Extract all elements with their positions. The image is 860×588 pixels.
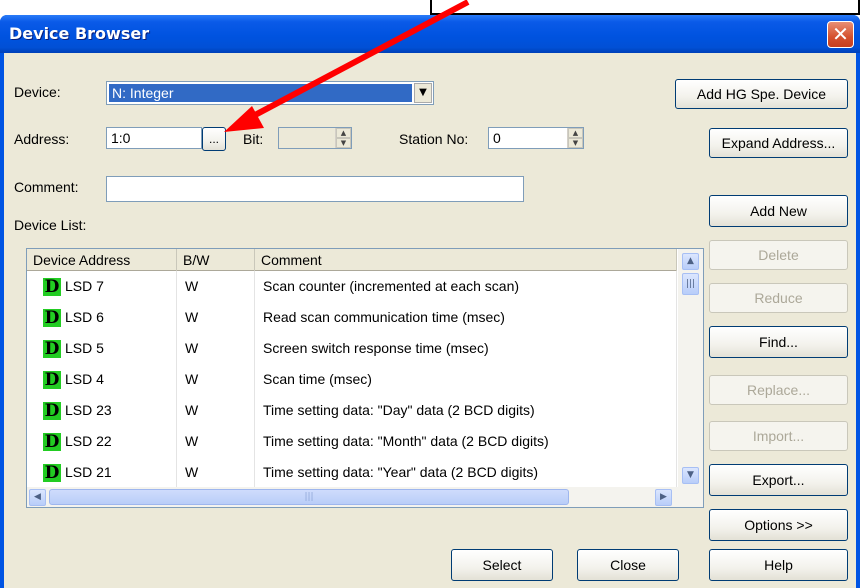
device-address-text: LSD 7: [65, 278, 104, 294]
table-header: Device Address B/W Comment: [27, 249, 677, 271]
dialog-client-area: Device: N: Integer ▼ Add HG Spe. Device …: [4, 53, 856, 588]
cell-device-address: D LSD 22: [27, 426, 177, 457]
table-row[interactable]: D LSD 21 W Time setting data: "Year" data (…: [27, 457, 677, 488]
cell-device-address: D LSD 21: [27, 457, 177, 488]
device-type-d-icon: D: [43, 432, 61, 453]
delete-button[interactable]: Delete: [709, 240, 848, 270]
device-browser-window: Device Browser ✕ Device: N: Integer ▼ Ad…: [0, 15, 860, 588]
cell-device-address: D LSD 6: [27, 302, 177, 333]
cell-device-address: D LSD 23: [27, 395, 177, 426]
device-address-text: LSD 5: [65, 340, 104, 356]
dropdown-arrow-icon[interactable]: ▼: [414, 83, 432, 103]
bit-label: Bit:: [243, 131, 264, 147]
cell-comment: Scan time (msec): [255, 364, 677, 395]
cell-device-address: D LSD 5: [27, 333, 177, 364]
address-label: Address:: [14, 131, 70, 147]
device-address-text: LSD 23: [65, 402, 112, 418]
table-row[interactable]: D LSD 7 W Scan counter (incremented at each…: [27, 271, 677, 302]
horizontal-scrollbar[interactable]: ◀ ||| ▶: [27, 487, 703, 507]
device-type-d-icon: D: [43, 277, 61, 298]
spin-down-icon[interactable]: ▼: [568, 138, 583, 148]
table-row[interactable]: D LSD 22 W Time setting data: "Month" data …: [27, 426, 677, 457]
device-type-d-icon: D: [43, 370, 61, 391]
cell-comment: Time setting data: "Year" data (2 BCD di…: [255, 457, 677, 488]
spin-up-icon[interactable]: ▲: [568, 128, 583, 138]
scroll-up-icon[interactable]: ▲: [682, 253, 699, 270]
select-button[interactable]: Select: [451, 549, 553, 581]
cell-bw: W: [177, 395, 255, 426]
device-address-text: LSD 6: [65, 309, 104, 325]
help-button[interactable]: Help: [709, 549, 848, 581]
options-button[interactable]: Options >>: [709, 509, 848, 541]
scroll-thumb[interactable]: |||: [682, 273, 699, 295]
spin-down-icon: ▼: [336, 138, 351, 148]
replace-button[interactable]: Replace...: [709, 375, 848, 405]
scroll-left-icon[interactable]: ◀: [29, 489, 46, 506]
device-combobox[interactable]: N: Integer ▼: [106, 81, 434, 105]
cell-bw: W: [177, 271, 255, 302]
expand-address-button[interactable]: Expand Address...: [709, 128, 848, 158]
address-input[interactable]: 1:0: [106, 127, 202, 149]
cell-device-address: D LSD 4: [27, 364, 177, 395]
import-button[interactable]: Import...: [709, 421, 848, 451]
device-address-text: LSD 22: [65, 433, 112, 449]
scroll-right-icon[interactable]: ▶: [655, 489, 672, 506]
cell-bw: W: [177, 364, 255, 395]
cell-comment: Read scan communication time (msec): [255, 302, 677, 333]
device-list-table[interactable]: Device Address B/W Comment D LSD 7 W Scan c…: [26, 248, 704, 508]
cell-bw: W: [177, 302, 255, 333]
close-icon: ✕: [832, 22, 849, 46]
station-spinner[interactable]: ▲ ▼: [567, 128, 583, 148]
device-type-d-icon: D: [43, 401, 61, 422]
device-type-d-icon: D: [43, 339, 61, 360]
station-no-label: Station No:: [399, 131, 469, 147]
cell-comment: Time setting data: "Day" data (2 BCD dig…: [255, 395, 677, 426]
address-browse-button[interactable]: ...: [202, 127, 226, 151]
comment-input[interactable]: [106, 176, 524, 202]
column-header-comment[interactable]: Comment: [255, 249, 677, 271]
cell-device-address: D LSD 7: [27, 271, 177, 302]
table-row[interactable]: D LSD 6 W Read scan communication time (mse…: [27, 302, 677, 333]
device-label: Device:: [14, 84, 61, 100]
cell-comment: Screen switch response time (msec): [255, 333, 677, 364]
window-title: Device Browser: [9, 24, 150, 43]
column-header-bw[interactable]: B/W: [177, 249, 255, 271]
device-address-text: LSD 21: [65, 464, 112, 480]
device-address-text: LSD 4: [65, 371, 104, 387]
find-button[interactable]: Find...: [709, 326, 848, 358]
cell-comment: Scan counter (incremented at each scan): [255, 271, 677, 302]
add-hg-spe-device-button[interactable]: Add HG Spe. Device: [675, 79, 848, 109]
cell-bw: W: [177, 426, 255, 457]
close-button[interactable]: Close: [577, 549, 679, 581]
device-list-label: Device List:: [14, 217, 87, 233]
add-new-button[interactable]: Add New: [709, 195, 848, 227]
cell-bw: W: [177, 457, 255, 488]
table-row[interactable]: D LSD 4 W Scan time (msec): [27, 364, 677, 395]
title-bar: Device Browser ✕: [0, 15, 860, 53]
spin-up-icon: ▲: [336, 128, 351, 138]
comment-label: Comment:: [14, 179, 79, 195]
export-button[interactable]: Export...: [709, 464, 848, 496]
bit-spinner: ▲ ▼: [335, 128, 351, 148]
cell-bw: W: [177, 333, 255, 364]
device-type-d-icon: D: [43, 463, 61, 484]
device-type-d-icon: D: [43, 308, 61, 329]
scroll-down-icon[interactable]: ▼: [682, 467, 699, 484]
close-window-button[interactable]: ✕: [827, 21, 854, 48]
column-header-device-address[interactable]: Device Address: [27, 249, 177, 271]
horizontal-scroll-thumb[interactable]: |||: [49, 489, 569, 505]
table-row[interactable]: D LSD 23 W Time setting data: "Day" data (2…: [27, 395, 677, 426]
annotation-callout-box: [430, 0, 860, 15]
cell-comment: Time setting data: "Month" data (2 BCD d…: [255, 426, 677, 457]
device-selected-value: N: Integer: [109, 84, 412, 102]
reduce-button[interactable]: Reduce: [709, 283, 848, 313]
table-row[interactable]: D LSD 5 W Screen switch response time (msec…: [27, 333, 677, 364]
vertical-scrollbar[interactable]: ▲ ||| ▼: [678, 249, 703, 487]
